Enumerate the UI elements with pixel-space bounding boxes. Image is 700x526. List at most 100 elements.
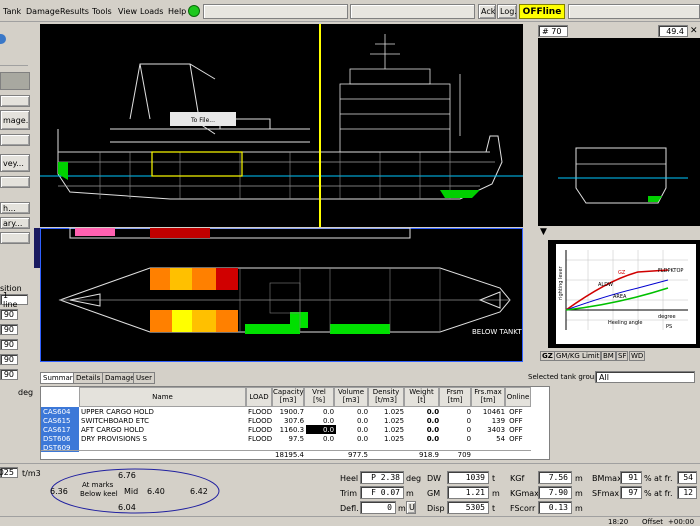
totals-row: 18195.4 977.5 918.9 709	[41, 450, 531, 460]
below-keel-label: Below keel	[80, 490, 118, 498]
ship-plan-view[interactable]: BELOW TANKT	[40, 228, 523, 362]
col-weight[interactable]: Weight [t]	[404, 387, 439, 407]
menu-view[interactable]: View	[118, 7, 137, 16]
tank-cell-dens: 1.025	[384, 407, 405, 416]
line-select[interactable]: 1 line	[0, 291, 28, 309]
tank-cell-load: FLOOD	[248, 416, 273, 425]
col-capacity[interactable]: Capacity [m3]	[272, 387, 304, 407]
tank-cell-cap: 1900.7	[279, 407, 305, 416]
gz-xlabel: Heeling angle	[608, 320, 643, 326]
tank-cell-name: SWITCHBOARD ETC	[81, 416, 149, 425]
flooding-label: FLDPKTOP	[658, 268, 683, 274]
globe-icon	[0, 34, 6, 44]
table-row[interactable]: CAS604 UPPER CARGO HOLD FLOOD 1900.7 0.0 0.0 1…	[41, 407, 533, 416]
tank-cell-id[interactable]: CAS604	[41, 407, 79, 416]
defl-update-button[interactable]: U	[406, 501, 416, 514]
tab-wd[interactable]: WD	[629, 351, 646, 361]
col-name[interactable]: Name	[79, 387, 246, 407]
tank-cell-id[interactable]: CAS615	[41, 416, 79, 425]
gz-chart-view: FLDPKTOP GZ ALDW AREA Heeling angle degr…	[548, 240, 700, 348]
left-button-5[interactable]: ary...	[0, 217, 30, 229]
tank-cell-vol: 0.0	[356, 425, 369, 434]
defl-label: Defl.	[340, 504, 359, 513]
sfmax-value: 97	[620, 486, 642, 499]
tank-group-select[interactable]: All	[595, 371, 695, 383]
tank-cell-frsmax: 139	[491, 416, 506, 425]
damage-button[interactable]: mage...	[0, 110, 30, 130]
plan-scroll-handle[interactable]	[34, 228, 40, 268]
frame-number-field[interactable]: # 70	[538, 25, 568, 37]
tab-bm[interactable]: BM	[601, 351, 616, 361]
left-button-4[interactable]: h...	[0, 202, 30, 214]
trim-value: F 0.07	[360, 486, 404, 499]
menu-tools[interactable]: Tools	[92, 7, 112, 16]
table-row[interactable]: CAS615 SWITCHBOARD ETC FLOOD 307.6 0.0 0.0 1.0…	[41, 416, 533, 425]
tab-details[interactable]: Details	[73, 372, 104, 384]
toolbar-field-3	[568, 4, 700, 19]
tank-cell-wt: 0.0	[426, 416, 440, 425]
heel-value: P 2.38	[360, 471, 404, 484]
sfmax-label: SFmax	[592, 489, 620, 498]
table-row[interactable]: DST606 DRY PROVISIONS S FLOOD 97.5 0.0 0.0 1.0…	[41, 434, 533, 443]
col-frsm[interactable]: Frsm [tm]	[439, 387, 471, 407]
aldw-label: ALDW	[598, 282, 613, 288]
ack-button[interactable]: Ack.	[478, 4, 496, 19]
log-button[interactable]: Log...	[497, 4, 517, 19]
tank-cell-id[interactable]: DST606	[41, 434, 79, 443]
tab-user[interactable]: User	[133, 372, 155, 384]
value-field-3[interactable]: 90	[0, 339, 18, 350]
section-drawing	[558, 147, 688, 204]
status-led-icon	[188, 5, 200, 17]
tank-cell-frsmax: 10461	[482, 407, 506, 416]
tab-sf[interactable]: SF	[616, 351, 629, 361]
close-icon[interactable]: ✕	[690, 26, 698, 36]
menu-tank[interactable]: Tank	[3, 7, 21, 16]
draft-port: 6.36	[50, 487, 68, 496]
trim-label: Trim	[340, 489, 358, 498]
tank-cell-online: OFF	[509, 434, 523, 443]
survey-button[interactable]: vey...	[0, 154, 30, 172]
left-button-2[interactable]	[0, 134, 30, 146]
section-header: # 70 49.4 ✕	[538, 24, 700, 38]
tab-gz[interactable]: GZ	[540, 351, 555, 361]
draft-mid: 6.40	[147, 487, 165, 496]
col-density[interactable]: Density [t/m3]	[368, 387, 404, 407]
menu-bar: Tank Damage Results Tools View Loads Hel…	[0, 0, 700, 22]
value-field-5[interactable]: 90	[0, 369, 18, 380]
value-field-2[interactable]: 90	[0, 324, 18, 335]
left-button-3[interactable]	[0, 176, 30, 188]
menu-loads[interactable]: Loads	[140, 7, 163, 16]
value-field-1[interactable]: 90	[0, 309, 18, 320]
draft-fwd: 6.76	[118, 471, 136, 480]
ship-profile-view[interactable]: To File...	[40, 24, 523, 227]
menu-triangle-icon[interactable]: ▼	[540, 227, 547, 237]
tank-cell-id[interactable]: CAS617	[41, 425, 79, 434]
col-online[interactable]: Online	[505, 387, 531, 407]
gz-ps-label: PS	[666, 324, 672, 330]
col-volume[interactable]: Volume [m3]	[334, 387, 368, 407]
menu-help[interactable]: Help	[168, 7, 186, 16]
left-button-1[interactable]	[0, 95, 30, 107]
section-view[interactable]	[538, 38, 700, 226]
tank-cell-wt: 0.0	[426, 425, 440, 434]
col-load[interactable]: LOAD	[246, 387, 272, 407]
col-frsmax[interactable]: Frs.max [tm]	[471, 387, 505, 407]
tank-cell-vrel: 0.0	[322, 407, 335, 416]
draft-stbd: 6.42	[190, 487, 208, 496]
left-button-6[interactable]	[0, 232, 30, 244]
sfmax-pct: %	[644, 489, 652, 498]
menu-results[interactable]: Results	[60, 7, 89, 16]
menu-damage[interactable]: Damage	[26, 7, 60, 16]
dw-unit: t	[492, 474, 496, 483]
tank-cell-load: FLOOD	[248, 407, 273, 416]
density-field[interactable]: 025	[0, 467, 18, 478]
ship-profile-drawing: To File...	[40, 24, 523, 227]
col-vrel[interactable]: Vrel [%]	[304, 387, 334, 407]
defl-unit: m	[398, 504, 406, 513]
value-field-4[interactable]: 90	[0, 354, 18, 365]
tank-cell-vol: 0.0	[356, 407, 369, 416]
tab-gmkg[interactable]: GM/KG Limit	[554, 351, 602, 361]
left-slot-1[interactable]	[0, 72, 30, 90]
table-row[interactable]: CAS617 AFT CARGO HOLD FLOOD 1160.3 0.0 0.0 1.0…	[41, 425, 533, 434]
sfmax-at-fr: at fr.	[654, 489, 673, 498]
